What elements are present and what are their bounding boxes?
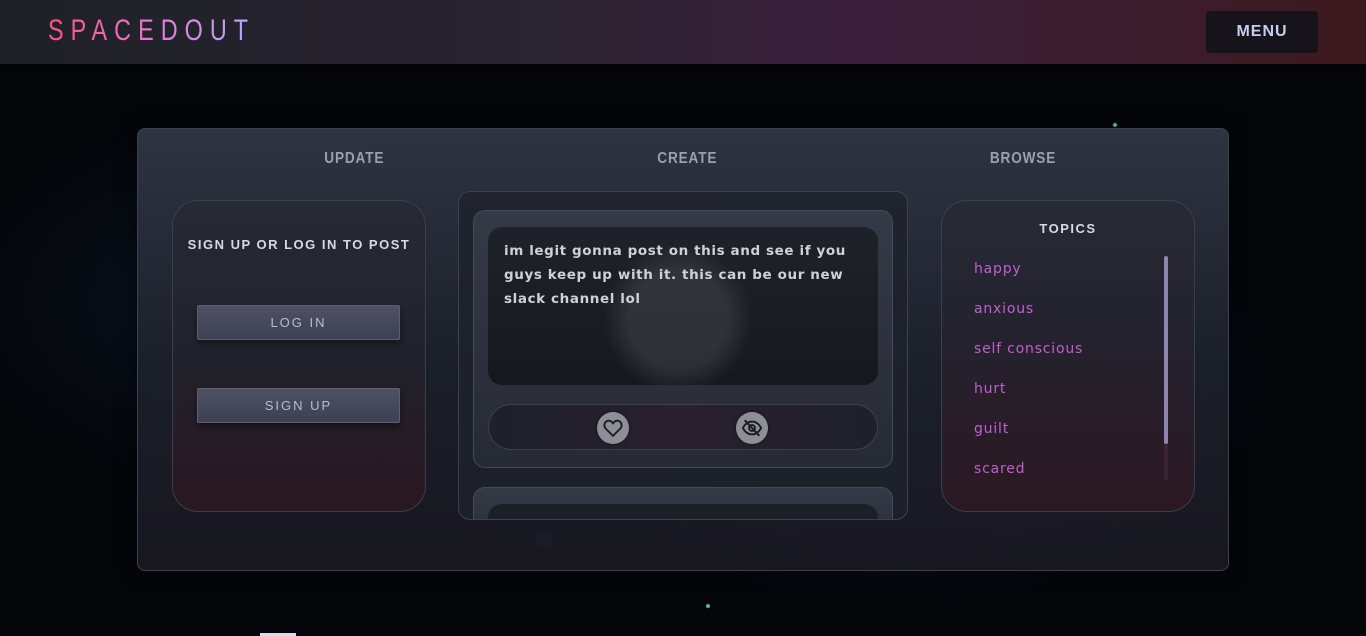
update-column-title: UPDATE [324, 150, 385, 167]
topic-item[interactable]: hurt [974, 378, 1154, 418]
topic-item[interactable]: anxious [974, 298, 1154, 338]
eye-off-icon[interactable] [736, 412, 768, 444]
topics-scrollbar-thumb[interactable] [1164, 256, 1168, 444]
create-column-title: CREATE [657, 150, 718, 167]
post-card: im legit gonna post on this and see if y… [473, 210, 893, 468]
posts-feed[interactable]: im legit gonna post on this and see if y… [458, 191, 908, 520]
menu-button[interactable]: MENU [1206, 11, 1318, 53]
post-text: im legit gonna post on this and see if y… [488, 227, 878, 385]
login-button[interactable]: LOG IN [197, 305, 400, 340]
topic-item[interactable]: self conscious [974, 338, 1154, 378]
post-text [488, 504, 878, 519]
signup-button[interactable]: SIGN UP [197, 388, 400, 423]
auth-prompt: SIGN UP OR LOG IN TO POST [187, 237, 411, 252]
top-navbar: SPACEDOUT MENU [0, 0, 1366, 64]
topic-item[interactable]: happy [974, 258, 1154, 298]
heart-icon[interactable] [597, 412, 629, 444]
topics-scrollbar[interactable] [1164, 256, 1168, 480]
browse-column-title: BROWSE [989, 150, 1057, 167]
topic-item[interactable]: scared [974, 458, 1154, 498]
post-card [473, 487, 893, 519]
topic-list: happy anxious self conscious hurt guilt … [974, 258, 1154, 498]
logo[interactable]: SPACEDOUT [48, 14, 255, 48]
topics-title: TOPICS [1039, 221, 1097, 236]
topic-item[interactable]: guilt [974, 418, 1154, 458]
post-actions-bar [488, 404, 878, 450]
